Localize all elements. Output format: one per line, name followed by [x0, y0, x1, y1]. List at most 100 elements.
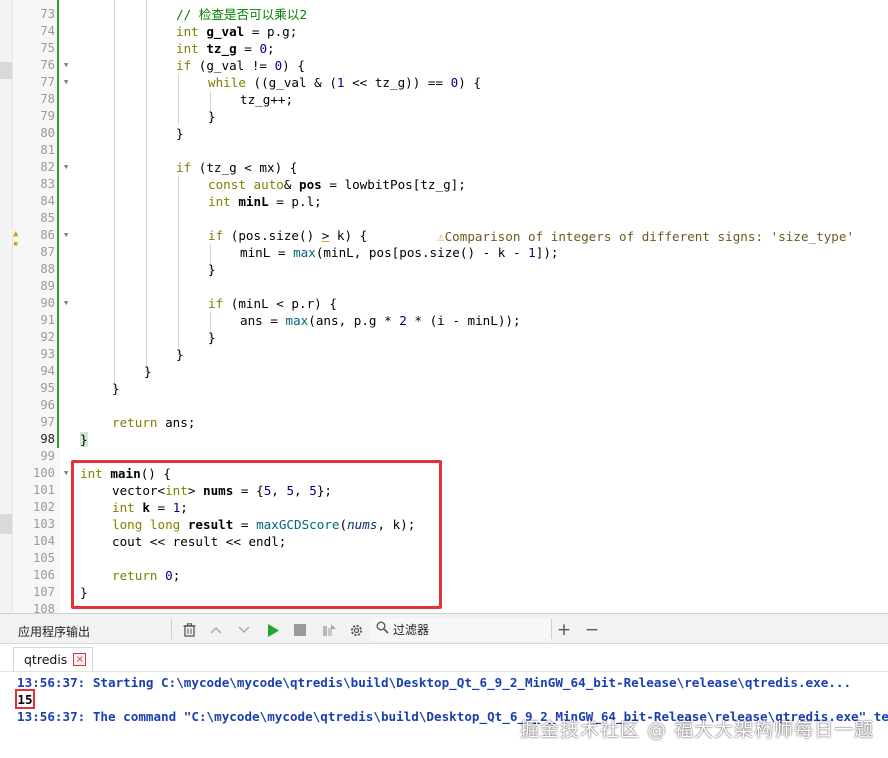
code-line[interactable]: }: [176, 125, 184, 142]
add-button[interactable]: +: [553, 619, 575, 641]
code-line[interactable]: if (tz_g < mx) {: [176, 159, 297, 176]
line-number: 95: [40, 381, 55, 395]
code-text: }: [176, 347, 184, 362]
line-number: 96: [40, 398, 55, 412]
code-text: tz_g++;: [240, 92, 294, 107]
code-line[interactable]: if (minL < p.r) {: [208, 295, 337, 312]
comment-text: // 检查是否可以乘以2: [176, 7, 308, 22]
code-line[interactable]: if (g_val != 0) {: [176, 57, 305, 74]
variable: g_val: [206, 24, 245, 39]
code-line[interactable]: }: [208, 108, 216, 125]
code-line[interactable]: if (pos.size() > k) {: [208, 227, 367, 244]
program-result: 15: [15, 689, 35, 709]
toolbar-divider: [171, 619, 172, 639]
code-text: ) {: [282, 58, 305, 73]
code-text: ans;: [157, 415, 196, 430]
code-text: (ans, p.g *: [308, 313, 400, 328]
line-number: 102: [32, 500, 55, 514]
inline-warning[interactable]: ⚠Comparison of integers of different sig…: [437, 228, 854, 245]
remove-button[interactable]: −: [581, 619, 603, 641]
changed-lines-bar: [57, 0, 59, 448]
code-text: &: [283, 177, 299, 192]
trash-icon[interactable]: [178, 619, 200, 641]
play-icon[interactable]: [262, 619, 284, 641]
code-text: }: [112, 381, 120, 396]
variable: pos: [299, 177, 322, 192]
line-number: 73: [40, 7, 55, 21]
code-text: (g_val !=: [191, 58, 275, 73]
fold-chevron-icon[interactable]: ▼: [64, 57, 68, 74]
keyword: if: [176, 160, 192, 175]
line-number: 89: [40, 279, 55, 293]
code-line[interactable]: int tz_g = 0;: [176, 40, 275, 57]
code-line[interactable]: }: [208, 329, 216, 346]
code-line[interactable]: ans = max(ans, p.g * 2 * (i - minL));: [240, 312, 521, 329]
code-line[interactable]: return ans;: [112, 414, 195, 431]
close-icon[interactable]: ×: [73, 653, 87, 666]
gear-icon[interactable]: [345, 619, 367, 641]
code-line[interactable]: // 检查是否可以乘以2: [176, 6, 307, 23]
code-line[interactable]: const auto& pos = lowbitPos[tz_g];: [208, 176, 466, 193]
attach-icon[interactable]: [318, 619, 340, 641]
fold-chevron-icon[interactable]: ▼: [64, 227, 68, 244]
code-text: * (i - minL));: [406, 313, 521, 328]
filter-input[interactable]: [393, 622, 533, 637]
code-line[interactable]: }: [112, 380, 120, 397]
keyword: return: [112, 415, 158, 430]
tab-qtredis[interactable]: qtredis ×: [13, 647, 94, 671]
warning-marker-icon[interactable]: ▲ ▪: [13, 229, 18, 249]
fold-chevron-icon[interactable]: ▼: [64, 465, 68, 482]
code-text: = lowbitPos[tz_g];: [321, 177, 466, 192]
code-line[interactable]: int minL = p.l;: [208, 193, 322, 210]
watermark: 掘金技术社区 @ 福大大架构师每日一题: [520, 719, 875, 741]
line-number: 87: [40, 245, 55, 259]
line-number: 107: [32, 585, 55, 599]
line-number: 101: [32, 483, 55, 497]
line-number: 81: [40, 143, 55, 157]
code-text: (pos.size(): [223, 228, 322, 243]
code-line[interactable]: int g_val = p.g;: [176, 23, 297, 40]
code-line[interactable]: }: [176, 346, 184, 363]
code-line[interactable]: }: [80, 431, 88, 448]
function-name: max: [285, 313, 309, 328]
code-line[interactable]: }: [144, 363, 152, 380]
fold-chevron-icon[interactable]: ▼: [64, 295, 68, 312]
line-number: 100: [32, 466, 55, 480]
line-number: 91: [40, 313, 55, 327]
fold-chevron-icon[interactable]: ▼: [64, 74, 68, 91]
number: 1: [336, 75, 345, 90]
variable: tz_g: [206, 41, 237, 56]
number: 2: [399, 313, 407, 328]
code-text: k) {: [329, 228, 368, 243]
code-text: =: [236, 41, 260, 56]
keyword: int: [176, 41, 199, 56]
filter-box[interactable]: [371, 618, 551, 641]
output-tab-row: qtredis ×: [0, 644, 888, 672]
fold-chevron-icon[interactable]: ▼: [64, 159, 68, 176]
line-number: 74: [40, 24, 55, 38]
line-number: 80: [40, 126, 55, 140]
indent-guide: [146, 0, 147, 372]
code-line[interactable]: minL = max(minL, pos[pos.size() - k - 1]…: [240, 244, 558, 261]
indent-guide: [178, 74, 179, 125]
chevron-down-icon[interactable]: [233, 619, 255, 641]
warning-triangle-icon: ⚠: [437, 229, 445, 244]
code-text: }: [208, 330, 216, 345]
code-line[interactable]: while ((g_val & (1 << tz_g)) == 0) {: [208, 74, 481, 91]
line-number: 106: [32, 568, 55, 582]
line-number: 104: [32, 534, 55, 548]
code-text: ans =: [240, 313, 286, 328]
line-number: 108: [32, 602, 55, 613]
code-line[interactable]: }: [208, 261, 216, 278]
indent-guide: [114, 0, 115, 390]
number: 0: [259, 41, 268, 56]
line-number: 76: [40, 58, 55, 72]
stop-icon[interactable]: [289, 619, 311, 641]
code-text: = p.l;: [268, 194, 322, 209]
chevron-up-icon[interactable]: [205, 619, 227, 641]
line-number: 97: [40, 415, 55, 429]
code-editor[interactable]: 73 74 75 76 77 78 79 80 81 82 83 84 85 8…: [0, 0, 888, 613]
code-line[interactable]: tz_g++;: [240, 91, 293, 108]
code-text: ]);: [535, 245, 559, 260]
code-text: (minL, pos[pos.size() - k -: [315, 245, 529, 260]
